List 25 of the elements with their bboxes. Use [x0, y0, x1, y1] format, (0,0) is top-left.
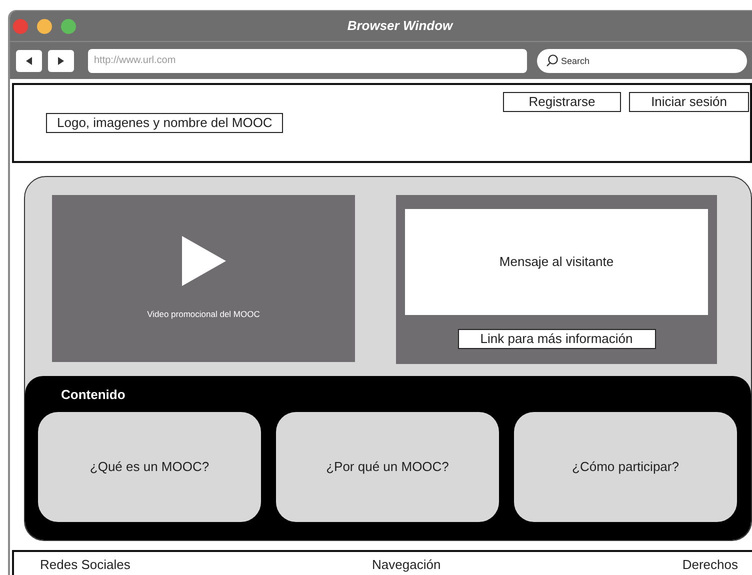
back-button[interactable]	[16, 50, 42, 72]
footer-link[interactable]: Derechos	[682, 555, 738, 575]
close-dot[interactable]	[13, 18, 28, 34]
search-icon	[546, 54, 558, 66]
play-icon[interactable]	[182, 236, 226, 286]
placeholder-field: Logo, imagenes y nombre del MOOC	[46, 113, 284, 133]
maximize-dot[interactable]	[61, 18, 76, 34]
forward-button[interactable]	[48, 50, 74, 72]
minimize-dot[interactable]	[37, 18, 52, 34]
window-title: Browser Window	[346, 17, 454, 36]
footer-link[interactable]: Navegación	[372, 555, 441, 575]
more-info-link[interactable]: Link para más información	[458, 329, 656, 349]
login-button[interactable]: Iniciar sesión	[629, 92, 749, 112]
video-player[interactable]: Video promocional del MOOC	[52, 195, 355, 362]
content-card[interactable]: ¿Qué es un MOOC?	[38, 412, 261, 522]
footer-link[interactable]: Redes Sociales	[40, 555, 130, 575]
video-caption: Video promocional del MOOC	[147, 308, 260, 321]
register-button[interactable]: Registrarse	[503, 92, 621, 112]
visitor-message: Mensaje al visitante	[405, 209, 708, 315]
search-field[interactable]: Search	[537, 48, 747, 72]
content-card[interactable]: ¿Cómo participar?	[514, 412, 737, 522]
section-title: Contenido	[61, 386, 126, 404]
forward-icon	[56, 56, 66, 66]
content-card[interactable]: ¿Por qué un MOOC?	[276, 412, 499, 522]
back-icon	[24, 56, 34, 66]
